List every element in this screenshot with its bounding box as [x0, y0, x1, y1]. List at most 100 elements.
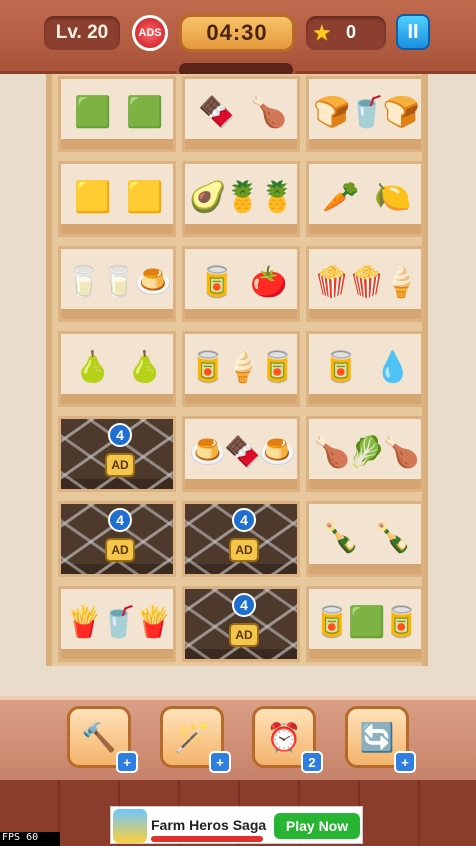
- goods-item[interactable]: 🍿: [348, 255, 385, 311]
- locked-shelf-slot[interactable]: 4 AD: [182, 586, 300, 662]
- goods-item[interactable]: 🍿: [313, 255, 350, 311]
- booster-badge[interactable]: +: [394, 751, 416, 773]
- shelf-slot[interactable]: 🍮 🍫 🍮: [182, 416, 300, 492]
- goods-item[interactable]: 🍦: [383, 255, 420, 311]
- goods-item[interactable]: 🟩: [74, 85, 111, 141]
- goods-item[interactable]: 🥫: [313, 595, 350, 651]
- shelf-items: 🥑 🍍 🍍: [189, 164, 296, 226]
- booster-badge[interactable]: +: [116, 751, 138, 773]
- booster-badge[interactable]: 2: [301, 751, 323, 773]
- goods-item[interactable]: 🍮: [189, 425, 226, 481]
- watch-ad-unlock-button[interactable]: AD: [105, 453, 135, 477]
- goods-item[interactable]: 🥤: [100, 595, 137, 651]
- goods-item[interactable]: 🍐: [74, 340, 111, 396]
- goods-item[interactable]: 🥫: [259, 340, 296, 396]
- watch-ad-unlock-button[interactable]: AD: [229, 623, 259, 647]
- shuffle-booster[interactable]: 🔄 +: [345, 706, 416, 773]
- star-icon: ★: [312, 20, 332, 45]
- goods-item[interactable]: 🟨: [74, 170, 111, 226]
- goods-item[interactable]: 🍾: [322, 510, 359, 566]
- ad-accent-bar: [151, 836, 263, 842]
- shelf-items: 🥫 🟩 🥫: [313, 589, 420, 651]
- unlock-count-badge: 4: [232, 593, 256, 617]
- goods-item[interactable]: 🥫: [189, 340, 226, 396]
- goods-item[interactable]: 🥑: [189, 170, 226, 226]
- shelf-slot[interactable]: 🍟 🥤 🍟: [58, 586, 176, 662]
- locked-shelf-slot[interactable]: 4 AD: [58, 416, 176, 492]
- level-indicator: Lv. 20: [44, 16, 120, 50]
- alarm-clock-booster[interactable]: ⏰ 2: [252, 706, 323, 773]
- shelf-slot[interactable]: 🍿 🍿 🍦: [306, 246, 424, 322]
- shelf-slot[interactable]: 🍐 🍐: [58, 331, 176, 407]
- watch-ad-unlock-button[interactable]: AD: [105, 538, 135, 562]
- shelf-slot[interactable]: 🟨 🟨: [58, 161, 176, 237]
- shelf-slot[interactable]: 🥛 🥛 🍮: [58, 246, 176, 322]
- shelf-slot[interactable]: 🍗 🥬 🍗: [306, 416, 424, 492]
- goods-item[interactable]: 🟩: [348, 595, 385, 651]
- star-counter: ★ 0: [306, 16, 386, 50]
- goods-item[interactable]: 🍦: [224, 340, 261, 396]
- goods-item[interactable]: 🍗: [383, 425, 420, 481]
- goods-item[interactable]: 🥫: [198, 255, 235, 311]
- shelf-slot[interactable]: 🥫 🍦 🥫: [182, 331, 300, 407]
- goods-item[interactable]: 🍞: [383, 85, 420, 141]
- goods-item[interactable]: 🍗: [313, 425, 350, 481]
- locked-shelf-slot[interactable]: 4 AD: [182, 501, 300, 577]
- goods-item[interactable]: 💧: [374, 340, 411, 396]
- fps-counter: FPS 60: [0, 832, 60, 846]
- goods-item[interactable]: 🍟: [135, 595, 172, 651]
- shelf-items: 🍗 🥬 🍗: [313, 419, 420, 481]
- shelf-items: 🍫 🍗: [189, 79, 293, 141]
- goods-item[interactable]: 🍍: [259, 170, 296, 226]
- shelf-slot[interactable]: 🥫 💧: [306, 331, 424, 407]
- hammer-booster[interactable]: 🔨 +: [67, 706, 138, 773]
- shelf-items: 🥫 💧: [313, 334, 417, 396]
- goods-item[interactable]: 🍐: [126, 340, 163, 396]
- goods-item[interactable]: 🍗: [250, 85, 287, 141]
- goods-item[interactable]: 🥫: [383, 595, 420, 651]
- shelf-items: 🍾 🍾: [313, 504, 417, 566]
- countdown-timer: 04:30: [179, 14, 295, 52]
- goods-item[interactable]: 🟨: [126, 170, 163, 226]
- ad-play-now-button[interactable]: Play Now: [274, 813, 360, 839]
- goods-item[interactable]: 🥬: [348, 425, 385, 481]
- goods-item[interactable]: 🥫: [322, 340, 359, 396]
- goods-item[interactable]: 🥤: [348, 85, 385, 141]
- goods-item[interactable]: 🥛: [65, 255, 102, 311]
- goods-item[interactable]: 🍟: [65, 595, 102, 651]
- ad-game-icon: [113, 809, 147, 843]
- goods-item[interactable]: 🍫: [198, 85, 235, 141]
- shelf-slot[interactable]: 🥫 🟩 🥫: [306, 586, 424, 662]
- goods-item[interactable]: 🍾: [374, 510, 411, 566]
- goods-item[interactable]: 🥕: [322, 170, 359, 226]
- shelf-slot[interactable]: 🍫 🍗: [182, 76, 300, 152]
- unlock-count-badge: 4: [232, 508, 256, 532]
- shelf-slot[interactable]: 🥑 🍍 🍍: [182, 161, 300, 237]
- goods-item[interactable]: 🍍: [224, 170, 261, 226]
- goods-item[interactable]: 🥛: [100, 255, 137, 311]
- pause-button[interactable]: II: [396, 14, 430, 50]
- goods-item[interactable]: 🍅: [250, 255, 287, 311]
- locked-shelf-slot[interactable]: 4 AD: [58, 501, 176, 577]
- shuffle-icon: 🔄: [359, 721, 395, 753]
- watch-ad-unlock-button[interactable]: AD: [229, 538, 259, 562]
- shelf-slot[interactable]: 🍞 🥤 🍞: [306, 76, 424, 152]
- shelf-slot[interactable]: 🥕 🍋: [306, 161, 424, 237]
- shelf-items: 🍿 🍿 🍦: [313, 249, 420, 311]
- booster-badge[interactable]: +: [209, 751, 231, 773]
- shelf-slot[interactable]: 🥫 🍅: [182, 246, 300, 322]
- remove-ads-button[interactable]: ADS: [132, 15, 168, 51]
- ad-banner[interactable]: Farm Heros Saga Play Now: [110, 806, 363, 844]
- magic-wand-booster[interactable]: 🪄 +: [160, 706, 231, 773]
- goods-item[interactable]: 🍋: [374, 170, 411, 226]
- shelf-items: 🥕 🍋: [313, 164, 417, 226]
- shelf-slot[interactable]: 🍾 🍾: [306, 501, 424, 577]
- goods-item[interactable]: 🍮: [259, 425, 296, 481]
- magic-wand-icon: 🪄: [174, 721, 210, 753]
- goods-item[interactable]: 🍫: [224, 425, 261, 481]
- shelf-items: 🟩 🟩: [65, 79, 169, 141]
- goods-item[interactable]: 🟩: [126, 85, 163, 141]
- goods-item[interactable]: 🍮: [135, 255, 172, 311]
- goods-item[interactable]: 🍞: [313, 85, 350, 141]
- shelf-slot[interactable]: 🟩 🟩: [58, 76, 176, 152]
